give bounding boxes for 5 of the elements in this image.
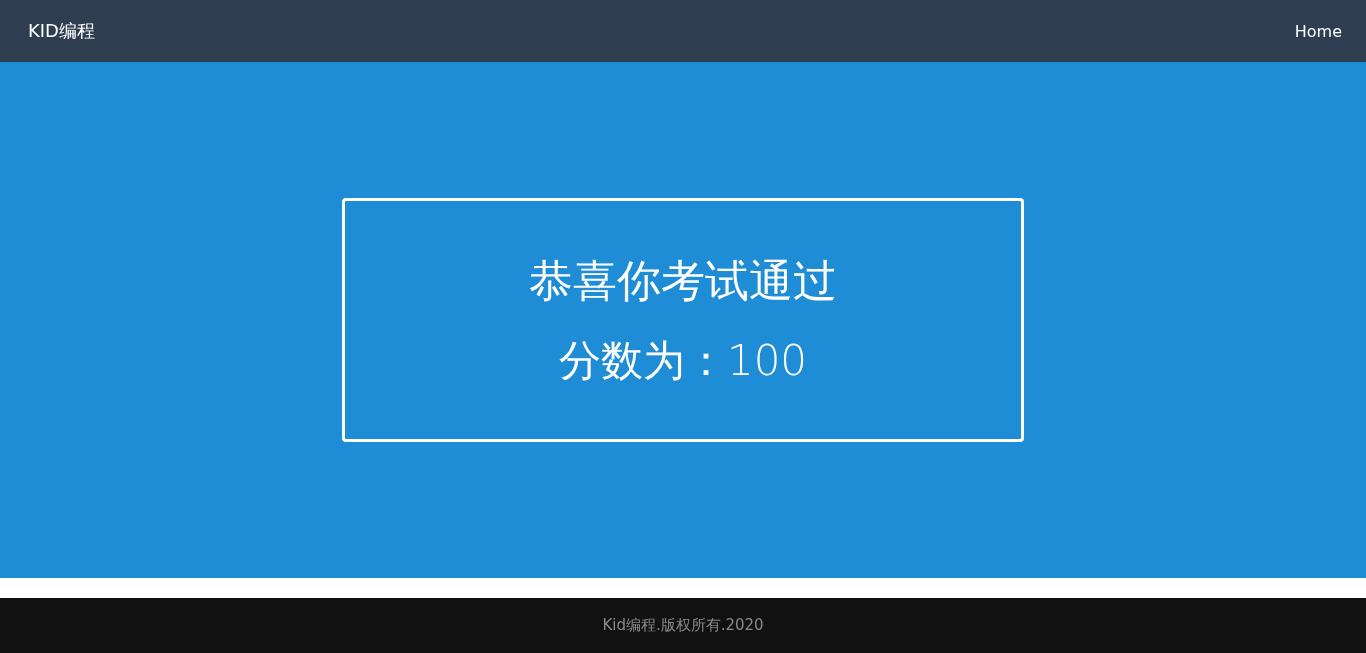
nav-link[interactable]: Home [1294, 21, 1342, 41]
result-heading: 恭喜你考试通过 [529, 253, 837, 308]
brand-link[interactable]: KID编程 [28, 19, 95, 43]
score-text: 分数为：100 [558, 334, 808, 387]
copyright-text: Kid编程.版权所有.2020 [602, 616, 764, 635]
